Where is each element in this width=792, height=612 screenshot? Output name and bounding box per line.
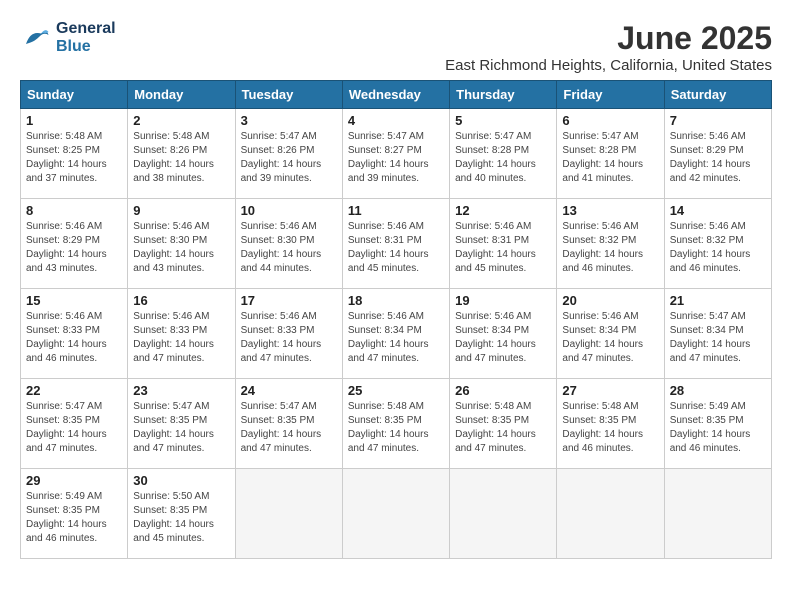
month-title: June 2025 xyxy=(445,20,772,57)
col-friday: Friday xyxy=(557,81,664,109)
col-wednesday: Wednesday xyxy=(342,81,449,109)
table-row xyxy=(450,469,557,559)
title-area: June 2025 East Richmond Heights, Califor… xyxy=(445,20,772,74)
table-row: 9Sunrise: 5:46 AMSunset: 8:30 PMDaylight… xyxy=(128,199,235,289)
table-row xyxy=(342,469,449,559)
table-row: 19Sunrise: 5:46 AMSunset: 8:34 PMDayligh… xyxy=(450,289,557,379)
logo: General Blue xyxy=(20,20,116,56)
logo-icon xyxy=(20,23,50,53)
table-row: 22Sunrise: 5:47 AMSunset: 8:35 PMDayligh… xyxy=(21,379,128,469)
col-monday: Monday xyxy=(128,81,235,109)
table-row: 5Sunrise: 5:47 AMSunset: 8:28 PMDaylight… xyxy=(450,109,557,199)
table-row: 2Sunrise: 5:48 AMSunset: 8:26 PMDaylight… xyxy=(128,109,235,199)
table-row: 13Sunrise: 5:46 AMSunset: 8:32 PMDayligh… xyxy=(557,199,664,289)
table-row: 17Sunrise: 5:46 AMSunset: 8:33 PMDayligh… xyxy=(235,289,342,379)
table-row: 1Sunrise: 5:48 AMSunset: 8:25 PMDaylight… xyxy=(21,109,128,199)
table-row: 16Sunrise: 5:46 AMSunset: 8:33 PMDayligh… xyxy=(128,289,235,379)
table-row: 28Sunrise: 5:49 AMSunset: 8:35 PMDayligh… xyxy=(664,379,771,469)
table-row xyxy=(664,469,771,559)
page-header: General Blue June 2025 East Richmond Hei… xyxy=(20,20,772,74)
table-row: 26Sunrise: 5:48 AMSunset: 8:35 PMDayligh… xyxy=(450,379,557,469)
col-thursday: Thursday xyxy=(450,81,557,109)
table-row xyxy=(235,469,342,559)
table-row: 30Sunrise: 5:50 AMSunset: 8:35 PMDayligh… xyxy=(128,469,235,559)
calendar-table: Sunday Monday Tuesday Wednesday Thursday… xyxy=(20,80,772,559)
table-row: 8Sunrise: 5:46 AMSunset: 8:29 PMDaylight… xyxy=(21,199,128,289)
calendar-header-row: Sunday Monday Tuesday Wednesday Thursday… xyxy=(21,81,772,109)
table-row: 11Sunrise: 5:46 AMSunset: 8:31 PMDayligh… xyxy=(342,199,449,289)
table-row: 18Sunrise: 5:46 AMSunset: 8:34 PMDayligh… xyxy=(342,289,449,379)
table-row: 6Sunrise: 5:47 AMSunset: 8:28 PMDaylight… xyxy=(557,109,664,199)
table-row: 21Sunrise: 5:47 AMSunset: 8:34 PMDayligh… xyxy=(664,289,771,379)
table-row: 12Sunrise: 5:46 AMSunset: 8:31 PMDayligh… xyxy=(450,199,557,289)
col-sunday: Sunday xyxy=(21,81,128,109)
table-row: 24Sunrise: 5:47 AMSunset: 8:35 PMDayligh… xyxy=(235,379,342,469)
table-row xyxy=(557,469,664,559)
table-row: 25Sunrise: 5:48 AMSunset: 8:35 PMDayligh… xyxy=(342,379,449,469)
table-row: 15Sunrise: 5:46 AMSunset: 8:33 PMDayligh… xyxy=(21,289,128,379)
col-tuesday: Tuesday xyxy=(235,81,342,109)
col-saturday: Saturday xyxy=(664,81,771,109)
table-row: 23Sunrise: 5:47 AMSunset: 8:35 PMDayligh… xyxy=(128,379,235,469)
logo-text: General Blue xyxy=(56,20,116,56)
table-row: 20Sunrise: 5:46 AMSunset: 8:34 PMDayligh… xyxy=(557,289,664,379)
table-row: 7Sunrise: 5:46 AMSunset: 8:29 PMDaylight… xyxy=(664,109,771,199)
table-row: 3Sunrise: 5:47 AMSunset: 8:26 PMDaylight… xyxy=(235,109,342,199)
location-title: East Richmond Heights, California, Unite… xyxy=(445,57,772,74)
table-row: 4Sunrise: 5:47 AMSunset: 8:27 PMDaylight… xyxy=(342,109,449,199)
table-row: 27Sunrise: 5:48 AMSunset: 8:35 PMDayligh… xyxy=(557,379,664,469)
table-row: 14Sunrise: 5:46 AMSunset: 8:32 PMDayligh… xyxy=(664,199,771,289)
table-row: 10Sunrise: 5:46 AMSunset: 8:30 PMDayligh… xyxy=(235,199,342,289)
table-row: 29Sunrise: 5:49 AMSunset: 8:35 PMDayligh… xyxy=(21,469,128,559)
